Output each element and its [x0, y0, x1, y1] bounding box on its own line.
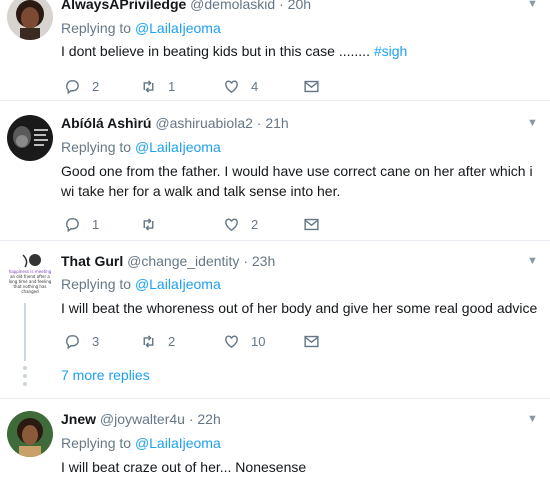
like-count: 4 [251, 78, 259, 94]
avatar[interactable] [7, 115, 53, 161]
thread-line [24, 303, 26, 361]
avatar[interactable] [7, 0, 53, 40]
mention-link[interactable]: @LailaIjeoma [135, 435, 221, 451]
reply-count: 1 [92, 216, 100, 232]
timestamp[interactable]: 23h [252, 253, 275, 269]
hashtag-link[interactable]: #sigh [374, 43, 407, 59]
chevron-down-icon[interactable]: ▼ [527, 117, 538, 129]
timestamp[interactable]: 21h [265, 115, 288, 131]
reply-count: 2 [92, 78, 100, 94]
more-replies-link[interactable]: 7 more replies [61, 367, 150, 383]
user-handle[interactable]: @ashiruabiola2 [155, 115, 253, 131]
display-name[interactable]: Abíólá Ashìrú [61, 115, 152, 131]
chevron-down-icon[interactable]: ▼ [527, 255, 538, 267]
separator-dot: · [243, 253, 248, 269]
tweet[interactable]: happiness is meeting an old friend after… [0, 241, 550, 398]
tweet[interactable]: Jnew @joywalter4u · 22h ▼ Replying to @L… [0, 399, 550, 486]
reply-icon [66, 79, 79, 94]
tweet-header: Abíólá Ashìrú @ashiruabiola2 · 21h [61, 115, 289, 131]
separator-dot: · [279, 0, 284, 12]
retweet-count: 2 [168, 333, 176, 349]
replying-prefix: Replying to [61, 276, 132, 292]
avatar[interactable] [7, 411, 53, 457]
like-count: 2 [251, 216, 259, 232]
tweet-header: AlwaysAPriviledge @demolaskid · 20h [61, 0, 311, 12]
mention-link[interactable]: @LailaIjeoma [135, 20, 221, 36]
reply-button[interactable]: 2 [64, 76, 99, 96]
user-handle[interactable]: @change_identity [127, 253, 239, 269]
separator-dot: · [256, 115, 262, 131]
tweet-text: I will beat craze out of her... Nonesens… [61, 459, 307, 475]
display-name[interactable]: Jnew [61, 411, 96, 427]
reply-count: 3 [92, 333, 100, 349]
direct-message-button[interactable] [303, 214, 320, 234]
tweet[interactable]: AlwaysAPriviledge @demolaskid · 20h ▼ Re… [0, 0, 550, 100]
replying-to: Replying to @LailaIjeoma [61, 139, 221, 155]
heart-icon [225, 334, 238, 348]
timestamp[interactable]: 20h [288, 0, 311, 12]
tweet-text: I dont believe in beating kids but in th… [61, 41, 550, 61]
retweet-icon [143, 334, 154, 348]
retweet-icon [143, 79, 154, 93]
timestamp[interactable]: 22h [197, 411, 220, 427]
replying-prefix: Replying to [61, 20, 132, 36]
tweet-text: I will beat the whoreness out of her bod… [61, 300, 538, 316]
display-name[interactable]: That Gurl [61, 253, 123, 269]
replying-prefix: Replying to [61, 435, 132, 451]
reply-icon [66, 334, 79, 349]
replying-to: Replying to @LailaIjeoma [61, 435, 221, 451]
separator-dot: · [188, 411, 194, 427]
mention-link[interactable]: @LailaIjeoma [135, 276, 221, 292]
reply-button[interactable]: 3 [64, 331, 99, 351]
heart-icon [225, 79, 238, 93]
reply-icon [66, 217, 79, 232]
chevron-down-icon[interactable]: ▼ [527, 413, 538, 425]
thread-dot [23, 374, 27, 378]
retweet-button[interactable]: 1 [140, 76, 175, 96]
user-handle[interactable]: @demolaskid [190, 0, 275, 12]
replying-to: Replying to @LailaIjeoma [61, 20, 221, 36]
like-count: 10 [251, 333, 266, 349]
reply-button[interactable]: 1 [64, 214, 99, 234]
display-name[interactable]: AlwaysAPriviledge [61, 0, 186, 12]
direct-message-button[interactable] [303, 76, 320, 96]
envelope-icon [304, 218, 319, 230]
like-button[interactable]: 4 [223, 76, 258, 96]
avatar[interactable]: happiness is meeting an old friend after… [7, 251, 53, 297]
like-button[interactable]: 10 [223, 331, 265, 351]
tweet-header: That Gurl @change_identity · 23h [61, 253, 275, 269]
retweet-button[interactable]: 2 [140, 331, 175, 351]
thread-dot [23, 366, 27, 370]
user-handle[interactable]: @joywalter4u [100, 411, 185, 427]
like-button[interactable]: 2 [223, 214, 258, 234]
thread-dot [23, 382, 27, 386]
direct-message-button[interactable] [303, 331, 320, 351]
tweet-text: Good one from the father. I would have u… [61, 163, 533, 199]
replying-to: Replying to @LailaIjeoma [61, 276, 221, 292]
tweet[interactable]: Abíólá Ashìrú @ashiruabiola2 · 21h ▼ Rep… [0, 101, 550, 240]
chevron-down-icon[interactable]: ▼ [527, 0, 538, 10]
heart-icon [225, 217, 238, 231]
envelope-icon [304, 335, 319, 347]
svg-text:changed: changed [21, 289, 39, 294]
mention-link[interactable]: @LailaIjeoma [135, 139, 221, 155]
envelope-icon [304, 80, 319, 92]
tweet-header: Jnew @joywalter4u · 22h [61, 411, 221, 427]
retweet-icon [143, 217, 154, 231]
retweet-button[interactable] [140, 214, 168, 234]
retweet-count: 1 [168, 78, 176, 94]
tweet-text-body: I dont believe in beating kids but in th… [61, 43, 370, 59]
replying-prefix: Replying to [61, 139, 132, 155]
